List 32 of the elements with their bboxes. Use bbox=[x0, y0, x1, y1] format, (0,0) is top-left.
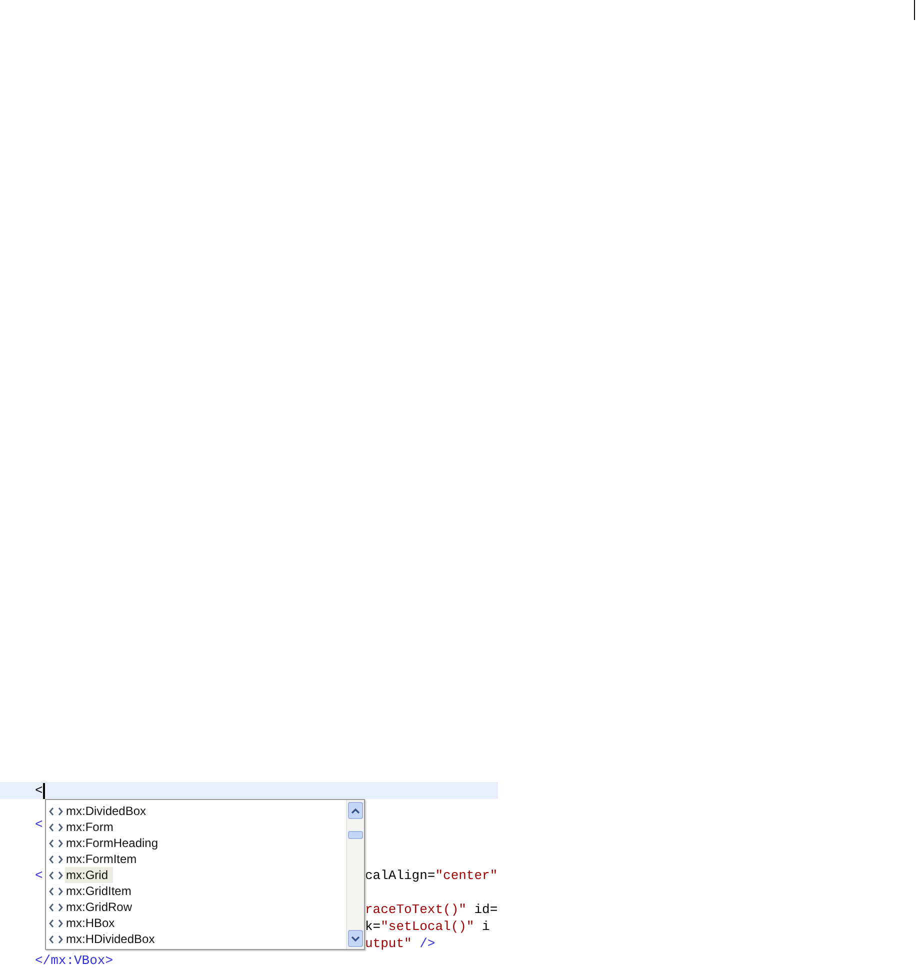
code-text: < bbox=[35, 816, 43, 833]
scroll-down-button[interactable] bbox=[348, 930, 363, 947]
tag-icon bbox=[49, 854, 63, 864]
code-text: k="setLocal()" i bbox=[365, 918, 490, 935]
suggestion-item[interactable]: mx:Form bbox=[65, 819, 118, 835]
tag-icon bbox=[49, 934, 63, 944]
code-text: raceToText()" id= bbox=[365, 901, 498, 918]
tag-icon bbox=[49, 870, 63, 880]
tag-icon bbox=[49, 838, 63, 848]
suggestion-item[interactable]: mx:FormItem bbox=[65, 851, 142, 867]
tag-icon bbox=[49, 886, 63, 896]
code-text: utput" /> bbox=[365, 935, 436, 952]
suggestion-item[interactable]: mx:DividedBox bbox=[65, 803, 152, 819]
suggestion-item[interactable]: mx:GridRow bbox=[65, 899, 138, 915]
code-text: < bbox=[35, 782, 43, 799]
code-text: calAlign="center" bbox=[365, 867, 498, 884]
suggestion-item[interactable]: mx:GridItem bbox=[65, 883, 136, 899]
tag-icon bbox=[49, 902, 63, 912]
suggestion-item[interactable]: mx:Grid bbox=[65, 867, 113, 883]
code-text: < bbox=[35, 867, 43, 884]
suggestion-item[interactable]: mx:HDividedBox bbox=[65, 931, 160, 947]
caret-down-icon bbox=[351, 936, 360, 942]
caret-up-icon bbox=[351, 808, 360, 814]
scroll-up-button[interactable] bbox=[348, 802, 363, 819]
suggestion-item[interactable]: mx:FormHeading bbox=[65, 835, 164, 851]
suggestion-item[interactable]: mx:HBox bbox=[65, 915, 120, 931]
scroll-thumb[interactable] bbox=[348, 831, 363, 839]
tag-icon bbox=[49, 806, 63, 816]
tag-icon bbox=[49, 918, 63, 928]
tag-icon bbox=[49, 822, 63, 832]
scrollbar[interactable] bbox=[346, 800, 364, 949]
code-text: </mx:VBox> bbox=[35, 952, 114, 969]
